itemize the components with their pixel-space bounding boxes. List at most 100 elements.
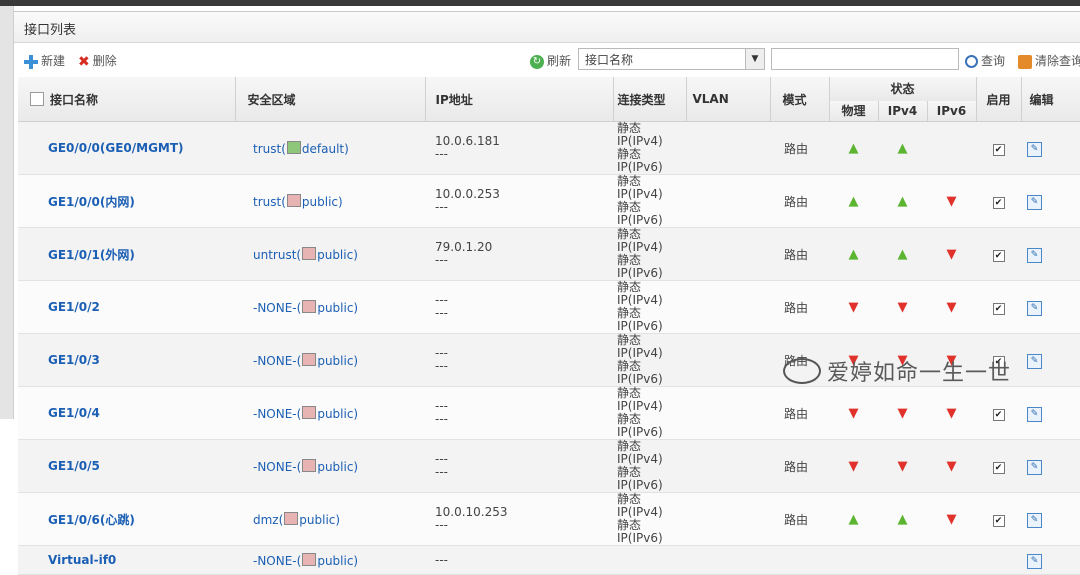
- edit-icon[interactable]: ✎: [1027, 553, 1043, 569]
- table-row[interactable]: GE1/0/6(心跳) dmz(public) 10.0.10.253 --- 静态IP…: [18, 492, 1080, 546]
- arrow-up-icon: ▲: [848, 193, 859, 209]
- vlan-cell: [686, 545, 770, 575]
- enable-checkbox[interactable]: ✔: [992, 196, 1005, 209]
- ip-cell: --- ---: [425, 386, 613, 440]
- interface-name-link[interactable]: GE1/0/1(外网): [18, 227, 235, 281]
- edit-cell: ✎: [1021, 121, 1080, 175]
- table-row[interactable]: GE1/0/2 -NONE-(public) --- --- 静态IP(IPv4) 静态I…: [18, 280, 1080, 334]
- mode-cell: 路由: [770, 227, 829, 281]
- clear-icon: [1018, 54, 1032, 69]
- ip-cell: --- ---: [425, 439, 613, 493]
- status-ipv6: ▼: [927, 492, 977, 546]
- table-row[interactable]: GE0/0/0(GE0/MGMT) trust(default) 10.0.6.18…: [18, 121, 1080, 175]
- zone-cell[interactable]: untrust(public): [235, 227, 425, 281]
- conn-type-ipv6: 静态IP(IPv6): [617, 253, 663, 280]
- clear-query-button[interactable]: 清除查询: [1018, 52, 1080, 70]
- conn-type-ipv4: 静态IP(IPv4): [617, 439, 663, 466]
- interface-name-link[interactable]: GE1/0/0(内网): [18, 174, 235, 228]
- conn-type-cell: 静态IP(IPv4) 静态IP(IPv6): [613, 227, 686, 281]
- zone-cell[interactable]: -NONE-(public): [235, 545, 425, 575]
- interface-name-link[interactable]: GE1/0/2: [18, 280, 235, 334]
- edit-icon[interactable]: ✎: [1027, 247, 1043, 263]
- filter-field-select[interactable]: 接口名称 ▼: [578, 48, 765, 70]
- conn-type-cell: 静态IP(IPv4) 静态IP(IPv6): [613, 333, 686, 387]
- ipv6-address: ---: [435, 359, 448, 373]
- vlan-cell: [686, 492, 770, 546]
- enable-checkbox[interactable]: ✔: [992, 302, 1005, 315]
- table-row[interactable]: GE1/0/5 -NONE-(public) --- --- 静态IP(IPv4) 静态I…: [18, 439, 1080, 493]
- refresh-button[interactable]: ↻ 刷新: [530, 52, 571, 70]
- zone-cell[interactable]: -NONE-(public): [235, 280, 425, 334]
- zone-icon: [302, 405, 317, 419]
- interface-name-link[interactable]: GE1/0/6(心跳): [18, 492, 235, 546]
- top-window-bar: [0, 0, 1080, 6]
- arrow-up-icon: ▲: [897, 246, 908, 262]
- new-button[interactable]: 新建: [24, 52, 65, 70]
- ip-cell: 10.0.6.181 ---: [425, 121, 613, 175]
- left-sidebar-strip: [0, 6, 14, 419]
- edit-icon[interactable]: ✎: [1027, 459, 1043, 475]
- col-header-ip[interactable]: IP地址: [425, 77, 614, 122]
- interface-name-link[interactable]: GE1/0/3: [18, 333, 235, 387]
- status-ipv6: ▼: [927, 280, 977, 334]
- zone-cell[interactable]: trust(public): [235, 174, 425, 228]
- col-header-zone[interactable]: 安全区域: [235, 77, 426, 122]
- edit-icon[interactable]: ✎: [1027, 353, 1043, 369]
- interface-name-link[interactable]: GE1/0/5: [18, 439, 235, 493]
- table-row[interactable]: GE1/0/0(内网) trust(public) 10.0.0.253 --- 静态I…: [18, 174, 1080, 228]
- ip-cell: 79.0.1.20 ---: [425, 227, 613, 281]
- zone-icon: [286, 140, 301, 154]
- edit-icon[interactable]: ✎: [1027, 141, 1043, 157]
- col-header-mode[interactable]: 模式: [770, 77, 830, 122]
- vlan-cell: [686, 386, 770, 440]
- ipv4-address: ---: [435, 346, 448, 360]
- select-all-checkbox[interactable]: [30, 91, 44, 106]
- delete-button[interactable]: ✖ 删除: [78, 52, 117, 70]
- search-input[interactable]: [771, 48, 959, 70]
- edit-cell: ✎: [1021, 386, 1080, 440]
- interface-name-link[interactable]: GE1/0/4: [18, 386, 235, 440]
- zone-name: trust(: [253, 194, 286, 209]
- edit-icon[interactable]: ✎: [1027, 300, 1043, 316]
- arrow-down-icon: ▼: [897, 299, 908, 315]
- edit-icon[interactable]: ✎: [1027, 512, 1043, 528]
- table-row[interactable]: Virtual-if0 -NONE-(public) --- ✎: [18, 545, 1080, 575]
- interface-name-link[interactable]: Virtual-if0: [18, 545, 235, 575]
- zone-cell[interactable]: -NONE-(public): [235, 439, 425, 493]
- status-ipv4: ▲: [878, 492, 927, 546]
- conn-type-ipv6: 静态IP(IPv6): [617, 147, 663, 174]
- ip-cell: 10.0.0.253 ---: [425, 174, 613, 228]
- status-ipv4: ▼: [878, 439, 927, 493]
- enable-checkbox[interactable]: ✔: [992, 249, 1005, 262]
- table-row[interactable]: GE1/0/4 -NONE-(public) --- --- 静态IP(IPv4) 静态I…: [18, 386, 1080, 440]
- clear-label: 清除查询: [1035, 54, 1080, 68]
- edit-icon[interactable]: ✎: [1027, 194, 1043, 210]
- arrow-down-icon: ▼: [946, 458, 957, 474]
- zone-cell[interactable]: dmz(public): [235, 492, 425, 546]
- enable-cell: ✔: [976, 386, 1022, 440]
- status-ipv6: ▼: [927, 439, 977, 493]
- interface-name-link[interactable]: GE0/0/0(GE0/MGMT): [18, 121, 235, 175]
- chevron-down-icon[interactable]: ▼: [745, 49, 764, 69]
- query-button[interactable]: 查询: [965, 52, 1005, 70]
- enable-checkbox[interactable]: ✔: [992, 514, 1005, 527]
- col-header-enable: 启用: [976, 77, 1022, 122]
- status-ipv4: ▼: [878, 280, 927, 334]
- col-header-name[interactable]: 接口名称: [18, 77, 236, 122]
- arrow-down-icon: ▼: [848, 405, 859, 421]
- enable-checkbox[interactable]: ✔: [992, 143, 1005, 156]
- edit-icon[interactable]: ✎: [1027, 406, 1043, 422]
- ip-cell: ---: [425, 545, 613, 575]
- zone-cell[interactable]: trust(default): [235, 121, 425, 175]
- ipv4-address: ---: [435, 399, 448, 413]
- enable-checkbox[interactable]: ✔: [992, 461, 1005, 474]
- col-header-type[interactable]: 连接类型: [613, 77, 687, 122]
- arrow-up-icon: ▲: [848, 246, 859, 262]
- ipv4-address: ---: [435, 452, 448, 466]
- table-row[interactable]: GE1/0/1(外网) untrust(public) 79.0.1.20 --- 静态…: [18, 227, 1080, 281]
- mode-cell: 路由: [770, 386, 829, 440]
- ipv4-address: 10.0.6.181: [435, 134, 500, 148]
- zone-cell[interactable]: -NONE-(public): [235, 333, 425, 387]
- col-header-vlan[interactable]: VLAN: [686, 77, 771, 122]
- zone-cell[interactable]: -NONE-(public): [235, 386, 425, 440]
